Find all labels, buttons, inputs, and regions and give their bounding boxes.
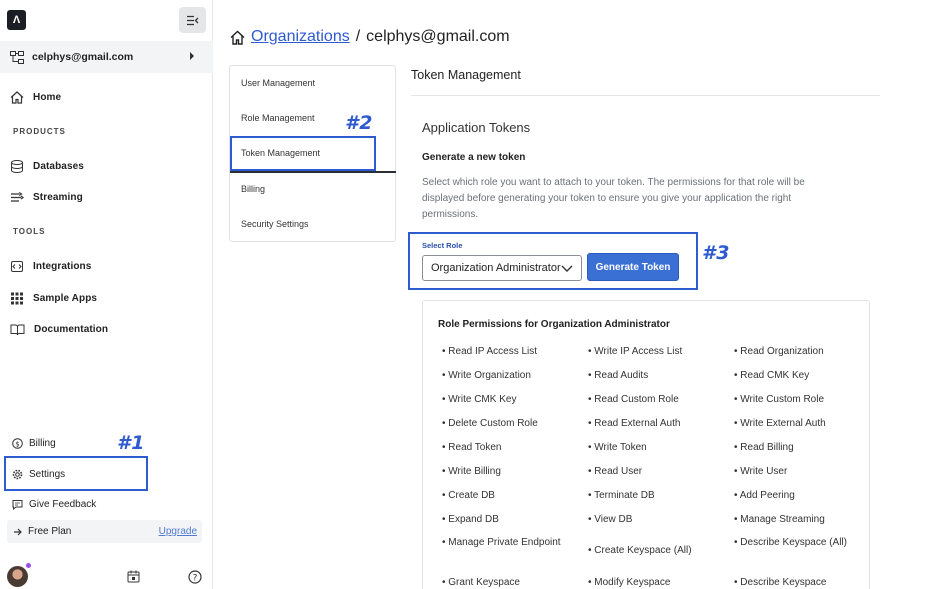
permission-item: Write IP Access List: [588, 344, 708, 360]
generate-token-description: Select which role you want to attach to …: [422, 177, 805, 220]
products-section-label: PRODUCTS: [13, 127, 66, 136]
chevron-right-icon: [190, 52, 194, 60]
nav-streaming[interactable]: Streaming: [10, 187, 83, 207]
annotation-label-1: #1: [117, 432, 146, 454]
permission-item: Describe Keyspace: [734, 575, 854, 589]
subnav-billing[interactable]: Billing: [241, 184, 265, 194]
permission-item: Write User: [734, 464, 854, 480]
avatar[interactable]: [7, 566, 28, 587]
annotation-box-3: [408, 232, 698, 290]
annotation-box-1: [4, 456, 148, 491]
permission-item: Delete Custom Role: [442, 416, 562, 432]
dollar-circle-icon: $: [12, 437, 23, 449]
nav-documentation[interactable]: Documentation: [10, 319, 108, 339]
org-tree-icon: [10, 50, 24, 64]
breadcrumb-separator: /: [355, 28, 361, 45]
sidebar: Λ celphys@gmail.com Home PRODUCTS Databa…: [0, 0, 213, 589]
permission-item: Write External Auth: [734, 416, 854, 432]
permission-item: Manage Streaming: [734, 512, 854, 528]
breadcrumb-current: celphys@gmail.com: [366, 28, 510, 45]
org-switcher[interactable]: celphys@gmail.com: [0, 41, 213, 73]
role-permissions-card: Role Permissions for Organization Admini…: [422, 300, 870, 589]
permission-item: Write CMK Key: [442, 392, 562, 408]
permission-item: Expand DB: [442, 512, 562, 528]
home-icon: [10, 90, 24, 104]
nav-home-label: Home: [33, 91, 62, 103]
calendar-icon[interactable]: [127, 570, 140, 583]
permission-item: Read IP Access List: [442, 344, 562, 360]
notification-dot: [26, 563, 31, 568]
annotation-label-3: #3: [702, 242, 731, 264]
breadcrumb-organizations-link[interactable]: Organizations: [251, 28, 350, 46]
nav-billing-label: Billing: [29, 437, 56, 449]
nav-billing[interactable]: $ Billing: [12, 434, 56, 452]
logo[interactable]: Λ: [7, 10, 26, 30]
nav-documentation-label: Documentation: [34, 323, 109, 335]
collapse-sidebar-button[interactable]: [179, 7, 206, 33]
free-plan-banner: Free Plan Upgrade: [7, 520, 202, 543]
application-tokens-heading: Application Tokens: [422, 120, 531, 135]
collapse-sidebar-icon: [187, 15, 199, 25]
permission-item: Describe Keyspace (All): [734, 535, 854, 551]
nav-give-feedback-label: Give Feedback: [29, 498, 97, 510]
nav-databases[interactable]: Databases: [10, 156, 84, 176]
feedback-icon: [12, 499, 23, 510]
nav-give-feedback[interactable]: Give Feedback: [12, 495, 96, 513]
nav-sample-apps[interactable]: Sample Apps: [10, 288, 97, 308]
arrow-right-icon: [14, 528, 22, 535]
permission-item: Modify Keyspace: [588, 575, 708, 589]
permission-item: Read CMK Key: [734, 368, 854, 384]
generate-token-heading: Generate a new token: [422, 152, 526, 163]
permission-item: Create Keyspace (All): [588, 543, 708, 559]
svg-text:$: $: [15, 440, 19, 448]
home-icon[interactable]: [230, 30, 245, 45]
permission-item: Read Custom Role: [588, 392, 708, 408]
subnav-role-management[interactable]: Role Management: [241, 113, 315, 123]
permission-item: Grant Keyspace: [442, 575, 562, 589]
org-email: celphys@gmail.com: [32, 51, 134, 63]
permission-item: Read External Auth: [588, 416, 708, 432]
permission-item: Write Token: [588, 440, 708, 456]
free-plan-label: Free Plan: [28, 526, 72, 537]
annotation-box-2: [230, 136, 376, 171]
subnav-active-indicator: [230, 171, 396, 173]
database-icon: [11, 159, 23, 173]
role-permissions-title: Role Permissions for Organization Admini…: [438, 319, 670, 330]
permission-item: Write Billing: [442, 464, 562, 480]
nav-streaming-label: Streaming: [33, 191, 83, 203]
grid-icon: [11, 292, 23, 304]
svg-text:?: ?: [193, 573, 198, 583]
nav-sample-apps-label: Sample Apps: [33, 292, 98, 304]
subnav-user-management[interactable]: User Management: [241, 78, 315, 88]
permission-item: Write Custom Role: [734, 392, 854, 408]
permission-item: View DB: [588, 512, 708, 528]
nav-integrations-label: Integrations: [33, 260, 92, 272]
subnav-security-settings[interactable]: Security Settings: [241, 219, 309, 229]
panel-divider: [411, 95, 880, 96]
permission-item: Write Organization: [442, 368, 562, 384]
panel-title: Token Management: [411, 68, 521, 82]
permission-item: Add Peering: [734, 488, 854, 504]
permission-item: Create DB: [442, 488, 562, 504]
annotation-label-2: #2: [345, 112, 374, 134]
help-icon[interactable]: ?: [188, 570, 202, 584]
permission-item: Read Billing: [734, 440, 854, 456]
integrations-icon: [11, 260, 23, 272]
permission-item: Terminate DB: [588, 488, 708, 504]
permission-item: Manage Private Endpoint: [442, 535, 562, 551]
nav-home[interactable]: Home: [10, 87, 61, 107]
tools-section-label: TOOLS: [13, 227, 46, 236]
upgrade-link[interactable]: Upgrade: [159, 526, 197, 537]
nav-integrations[interactable]: Integrations: [10, 256, 91, 276]
permission-item: Read Token: [442, 440, 562, 456]
permission-item: Read Audits: [588, 368, 708, 384]
nav-databases-label: Databases: [33, 160, 84, 172]
breadcrumb: Organizations / celphys@gmail.com: [230, 28, 510, 46]
streaming-icon: [11, 191, 24, 202]
permission-item: Read User: [588, 464, 708, 480]
book-icon: [10, 324, 25, 335]
permission-item: Read Organization: [734, 344, 854, 360]
